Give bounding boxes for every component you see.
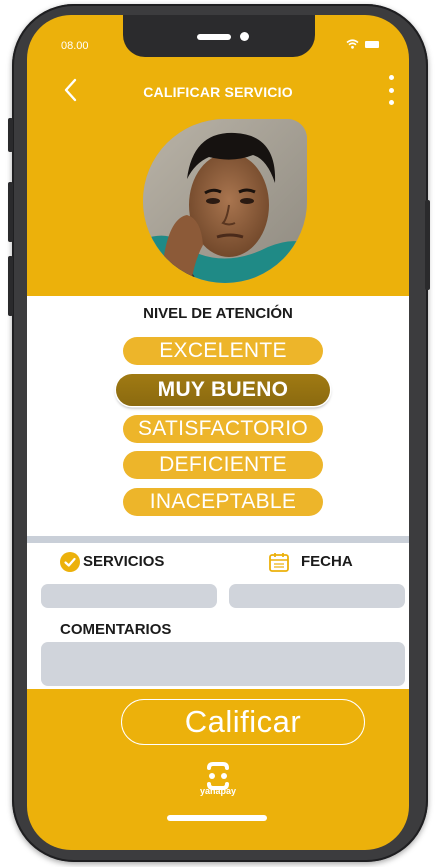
status-time: 08.00 <box>61 40 89 52</box>
app-screen: 08.00 CALIFICAR SERVICIO NIVEL DE ATENCI… <box>27 15 409 850</box>
status-icons <box>346 39 379 49</box>
home-indicator[interactable] <box>167 815 267 821</box>
calificar-button[interactable]: Calificar <box>121 699 365 745</box>
rating-title: NIVEL DE ATENCIÓN <box>143 305 293 322</box>
battery-icon <box>365 40 379 48</box>
rating-option-inaceptable[interactable]: INACEPTABLE <box>123 488 323 516</box>
volume-up-button <box>8 182 13 242</box>
rating-option-deficiente[interactable]: DEFICIENTE <box>123 451 323 479</box>
servicios-field[interactable] <box>41 584 217 608</box>
rating-option-muy-bueno[interactable]: MUY BUENO <box>116 374 330 406</box>
avatar-photo <box>143 119 307 283</box>
fecha-field[interactable] <box>229 584 405 608</box>
power-button <box>425 200 430 290</box>
rating-option-satisfactorio[interactable]: SATISFACTORIO <box>123 415 323 443</box>
notch <box>123 15 315 57</box>
rating-option-excelente[interactable]: EXCELENTE <box>123 337 323 365</box>
servicios-label: SERVICIOS <box>83 553 165 570</box>
calendar-icon[interactable] <box>268 551 290 573</box>
speaker-grille <box>197 34 231 40</box>
provider-avatar <box>143 119 307 283</box>
front-camera <box>240 32 249 41</box>
comentarios-label: COMENTARIOS <box>60 621 172 638</box>
mute-switch <box>8 118 13 152</box>
volume-down-button <box>8 256 13 316</box>
brand-name: yanapay <box>199 786 237 796</box>
page-title: CALIFICAR SERVICIO <box>143 84 293 100</box>
section-divider <box>27 536 409 543</box>
more-options-icon[interactable] <box>387 75 395 105</box>
check-circle-icon <box>60 552 80 572</box>
fecha-label: FECHA <box>301 553 353 570</box>
comentarios-field[interactable] <box>41 642 405 686</box>
wifi-icon <box>346 39 359 49</box>
